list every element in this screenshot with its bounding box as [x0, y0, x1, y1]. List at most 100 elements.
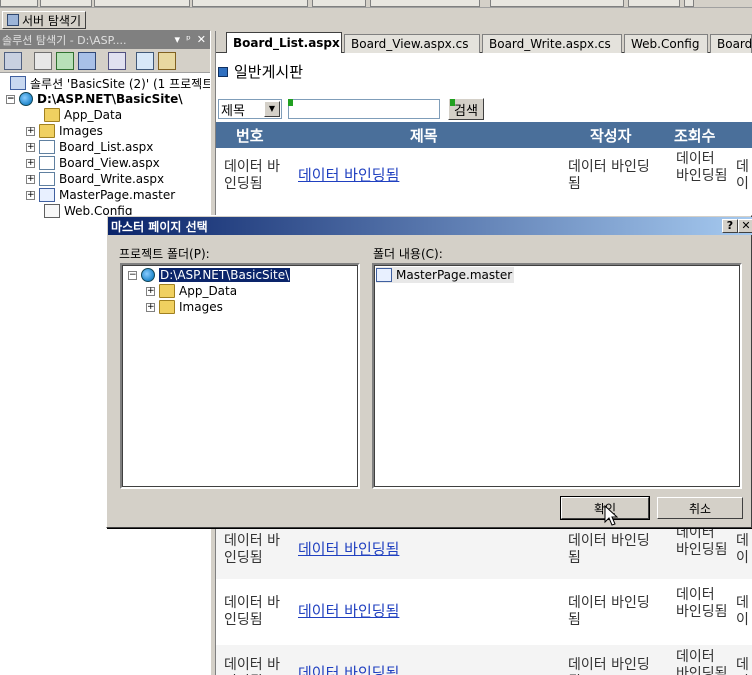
close-icon[interactable]: ✕ [197, 33, 206, 46]
server-explorer-label: 서버 탐색기 [22, 13, 82, 28]
toolbar-segment[interactable] [312, 0, 366, 7]
project-folder-tree[interactable]: − D:\ASP.NET\BasicSite\ + App_Data + Ima… [120, 263, 360, 489]
dialog-titlebar[interactable]: 마스터 페이지 선택 ? ✕ [108, 217, 752, 235]
solution-node[interactable]: 솔루션 'BasicSite (2)' (1 프로젝트) [10, 75, 218, 91]
project-node[interactable]: − D:\ASP.NET\BasicSite\ [6, 91, 183, 107]
page-icon [39, 140, 55, 154]
copy-website-icon[interactable] [136, 52, 154, 70]
cell-title-link[interactable]: 데이터 바인딩됨 [298, 167, 399, 184]
tree-item-board-write[interactable]: + Board_Write.aspx [26, 171, 164, 187]
solution-icon [10, 76, 26, 90]
show-files-icon[interactable] [34, 52, 52, 70]
grid-header-author: 작성자 [590, 127, 632, 145]
expand-icon[interactable]: + [26, 158, 35, 168]
folder-icon [44, 108, 60, 122]
server-explorer-button[interactable]: 서버 탐색기 [2, 11, 87, 29]
tree-item-master-page[interactable]: + MasterPage.master [26, 187, 175, 203]
solution-explorer-title-text: 솔루션 탐색기 - D:\ASP.... [2, 34, 127, 47]
master-page-icon [39, 188, 55, 202]
tree-item-board-view[interactable]: + Board_View.aspx [26, 155, 160, 171]
document-tabs: Board_List.aspx Board_View.aspx.cs Board… [216, 31, 752, 53]
list-item-master-page[interactable]: MasterPage.master [376, 267, 515, 283]
tree-item-images[interactable]: + Images [26, 123, 103, 139]
control-marker-icon [450, 99, 455, 106]
cell-title-link[interactable]: 데이터 바인딩됨 [298, 603, 399, 620]
tab-board-list[interactable]: Board_List.aspx [226, 32, 342, 53]
cell-extra: 데이 [736, 595, 749, 628]
pin-icon[interactable]: ᵖ [186, 33, 191, 46]
tree-node-root[interactable]: − D:\ASP.NET\BasicSite\ [128, 267, 291, 283]
tab-label: Board_View.aspx.cs [351, 37, 469, 51]
mouse-cursor-icon [604, 505, 619, 526]
project-folder-label: 프로젝트 폴더(P): [119, 247, 210, 261]
control-marker-icon [288, 99, 293, 106]
folder-contents-list[interactable]: MasterPage.master [372, 263, 742, 489]
expand-icon[interactable]: + [26, 190, 35, 200]
folder-icon [159, 300, 175, 314]
search-input[interactable] [288, 99, 440, 119]
toolbar-segment[interactable] [628, 0, 680, 7]
cell-no: 데이터 바인딩됨 [224, 595, 280, 628]
toolbar-segment[interactable] [490, 0, 624, 7]
properties-icon[interactable] [4, 52, 22, 70]
cancel-button[interactable]: 취소 [657, 497, 743, 519]
search-field-select[interactable]: 제목 ▼ [218, 99, 282, 119]
cell-no: 데이터 바인딩됨 [224, 657, 280, 675]
search-field-value: 제목 [221, 103, 245, 119]
chevron-down-icon[interactable]: ▼ [264, 101, 280, 117]
toolbar-segment[interactable] [94, 0, 190, 7]
expand-icon[interactable]: + [26, 126, 35, 136]
toolbar-overflow-icon[interactable] [684, 0, 694, 7]
tab-board-write-cs[interactable]: Board_Write.aspx.cs [482, 34, 622, 53]
dropdown-icon[interactable]: ▾ [175, 33, 181, 46]
grid-header: 번호 제목 작성자 조회수 [216, 122, 752, 148]
expand-icon[interactable]: + [146, 286, 155, 296]
table-row: 데이터 바인딩됨 데이터 바인딩됨 데이터 바인딩됨 데이터 바인딩됨 데이 [216, 519, 752, 579]
board-title-text: 일반게시판 [234, 63, 304, 81]
tree-item-label: Images [59, 124, 103, 138]
toolbar-segment[interactable] [0, 0, 38, 7]
grid-header-title: 제목 [410, 127, 438, 145]
toolbar-segment[interactable] [370, 0, 480, 7]
cell-views: 데이터 바인딩됨 [676, 151, 728, 184]
refresh-icon[interactable] [56, 52, 74, 70]
tree-item-label: MasterPage.master [59, 188, 176, 202]
tree-item-label: Board_Write.aspx [59, 172, 165, 186]
tree-item-label: Board_View.aspx [59, 156, 160, 170]
expand-icon[interactable]: + [26, 142, 35, 152]
toolbar-segment[interactable] [40, 0, 92, 7]
cell-views: 데이터 바인딩됨 [676, 587, 728, 620]
expand-icon[interactable]: + [26, 174, 35, 184]
view-designer-icon[interactable] [108, 52, 126, 70]
config-tool-icon[interactable] [158, 52, 176, 70]
server-explorer-bar: 서버 탐색기 [0, 9, 210, 31]
toolbar-segment[interactable] [192, 0, 308, 7]
tab-board-view-cs[interactable]: Board_View.aspx.cs [344, 34, 480, 53]
expand-icon[interactable]: + [146, 302, 155, 312]
tab-label: Board_Write.aspx.cs [489, 37, 611, 51]
collapse-icon[interactable]: − [6, 94, 15, 104]
close-icon[interactable]: ✕ [738, 219, 752, 233]
tree-node-root-label: D:\ASP.NET\BasicSite\ [159, 268, 291, 282]
cell-views: 데이터 바인딩됨 [676, 649, 728, 675]
folder-contents-label: 폴더 내용(C): [373, 247, 443, 261]
cell-extra: 데이 [736, 533, 749, 566]
tab-board[interactable]: Board [710, 34, 752, 53]
collapse-icon[interactable]: − [128, 270, 137, 280]
help-icon[interactable]: ? [722, 219, 738, 233]
page-icon [39, 156, 55, 170]
tree-item-app-data[interactable]: App_Data [44, 107, 122, 123]
cell-title-link[interactable]: 데이터 바인딩됨 [298, 665, 399, 675]
tree-item-board-list[interactable]: + Board_List.aspx [26, 139, 153, 155]
cell-extra: 데이 [736, 159, 749, 192]
tab-web-config[interactable]: Web.Config [624, 34, 708, 53]
folder-icon [159, 284, 175, 298]
cell-author: 데이터 바인딩됨 [568, 159, 650, 192]
tree-node-label: App_Data [179, 284, 238, 298]
tree-node-app-data[interactable]: + App_Data [146, 283, 237, 299]
cell-title-link[interactable]: 데이터 바인딩됨 [298, 541, 399, 558]
master-page-dialog: 마스터 페이지 선택 ? ✕ 프로젝트 폴더(P): 폴더 내용(C): − D… [106, 215, 752, 528]
view-code-icon[interactable] [78, 52, 96, 70]
cell-no: 데이터 바인딩됨 [224, 533, 280, 566]
tree-node-images[interactable]: + Images [146, 299, 223, 315]
